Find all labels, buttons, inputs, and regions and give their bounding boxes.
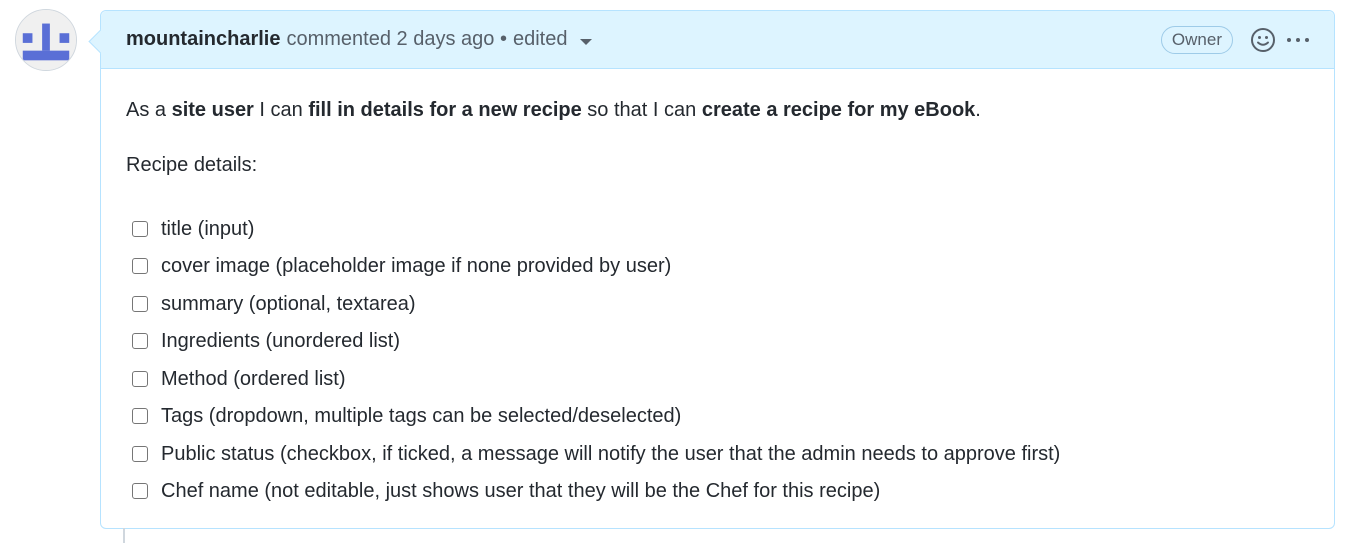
comment-header: mountaincharlie commented 2 days ago • e…: [101, 11, 1334, 69]
triangle-down-icon: [580, 38, 593, 45]
task-label: Ingredients (unordered list): [161, 330, 401, 353]
task-label: Public status (checkbox, if ticked, a me…: [161, 442, 1061, 465]
task-list-item: title (input): [126, 210, 1309, 248]
smiley-icon: [1251, 27, 1275, 52]
details-heading: Recipe details:: [126, 154, 258, 176]
task-label: Method (ordered list): [161, 367, 346, 390]
task-list-item: summary (optional, textarea): [126, 285, 1309, 323]
story-role: site user: [171, 99, 254, 121]
add-reaction-button[interactable]: [1249, 26, 1277, 54]
task-label: cover image (placeholder image if none p…: [161, 255, 672, 278]
task-list-item: Ingredients (unordered list): [126, 323, 1309, 361]
issue-timeline: mountaincharlie commented 2 days ago • e…: [0, 0, 1348, 543]
edited-label: edited: [512, 28, 568, 50]
kebab-horizontal-icon: [1287, 37, 1291, 42]
comment-action: commented: [286, 28, 391, 50]
task-list-item: Chef name (not editable, just shows user…: [126, 473, 1309, 511]
task-list-item: Method (ordered list): [126, 360, 1309, 398]
author-avatar[interactable]: [15, 9, 77, 71]
task-label: summary (optional, textarea): [161, 292, 416, 315]
task-checkbox[interactable]: [132, 483, 148, 500]
timeline-connector: [123, 528, 125, 543]
task-list-item: Tags (dropdown, multiple tags can be sel…: [126, 398, 1309, 436]
task-checkbox[interactable]: [132, 408, 148, 425]
story-benefit: create a recipe for my eBook: [701, 99, 976, 121]
issue-comment: mountaincharlie commented 2 days ago • e…: [100, 10, 1335, 529]
task-checkbox[interactable]: [132, 220, 148, 237]
task-list-item: Public status (checkbox, if ticked, a me…: [126, 435, 1309, 473]
task-checkbox[interactable]: [132, 370, 148, 387]
story-goal: fill in details for a new recipe: [308, 99, 582, 121]
task-checkbox[interactable]: [132, 258, 148, 275]
task-checkbox[interactable]: [132, 445, 148, 462]
task-label: Chef name (not editable, just shows user…: [161, 480, 881, 503]
owner-badge: Owner: [1160, 25, 1233, 54]
task-checkbox[interactable]: [132, 333, 148, 350]
comment-meta: commented 2 days ago •: [286, 28, 507, 51]
author-link[interactable]: mountaincharlie: [126, 28, 280, 51]
comment-options-button[interactable]: [1287, 26, 1309, 54]
task-label: Tags (dropdown, multiple tags can be sel…: [161, 405, 682, 428]
meta-separator: •: [499, 28, 507, 50]
comment-timestamp-link[interactable]: 2 days ago: [397, 28, 495, 50]
task-label: title (input): [161, 217, 255, 240]
comment-body: As a site user I can fill in details for…: [101, 69, 1334, 510]
edited-history-dropdown[interactable]: edited: [513, 28, 593, 51]
task-list-item: cover image (placeholder image if none p…: [126, 248, 1309, 286]
task-checkbox[interactable]: [132, 295, 148, 312]
identicon-icon: [16, 10, 76, 70]
user-story-text: As a site user I can fill in details for…: [126, 99, 981, 121]
comment-header-actions: Owner: [1160, 25, 1309, 54]
task-list: title (input) cover image (placeholder i…: [126, 210, 1309, 510]
